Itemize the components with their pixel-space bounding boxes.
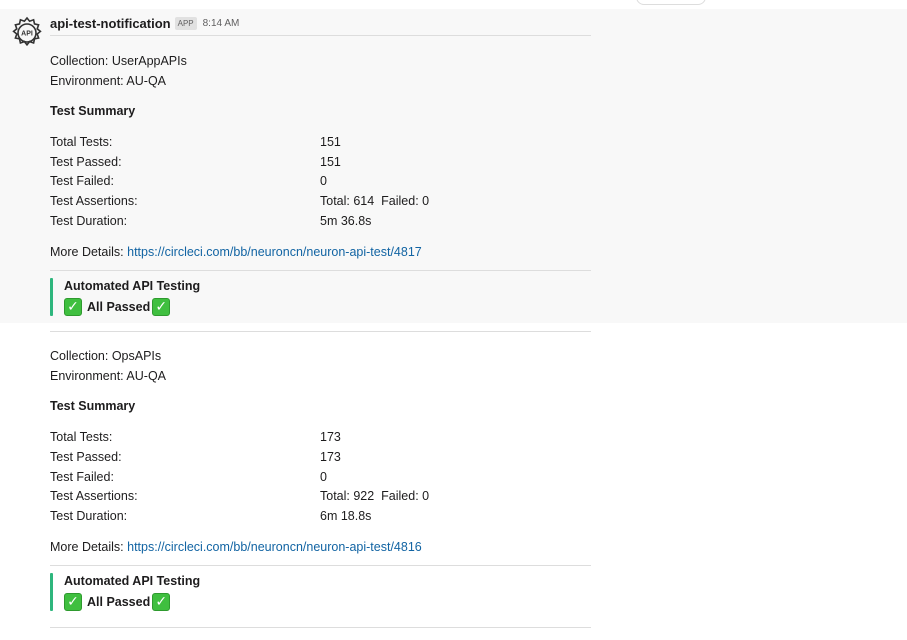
attachment-status: ✓ All Passed ✓ [64, 593, 171, 611]
row-value: Total: 922 Failed: 0 [320, 489, 430, 503]
white-heavy-check-mark-icon: ✓ [152, 593, 171, 611]
row-value: 173 [320, 450, 341, 464]
circleci-build-link[interactable]: https://circleci.com/bb/neuroncn/neuron-… [127, 540, 422, 554]
row-value: 151 [320, 155, 341, 169]
avatar-label: API [21, 31, 33, 38]
section-divider [50, 627, 591, 628]
row-label: Test Assertions: [50, 489, 138, 503]
row-value: 0 [320, 174, 327, 188]
row-label: Total Tests: [50, 135, 113, 149]
row-value: 173 [320, 430, 341, 444]
api-gear-avatar-icon[interactable]: API [10, 16, 44, 50]
row-label: Test Passed: [50, 450, 122, 464]
attachment-status: ✓ All Passed ✓ [64, 298, 171, 316]
row-label: Test Assertions: [50, 194, 138, 208]
attachment-accent-bar [50, 278, 53, 316]
environment-text: Environment: AU-QA [50, 369, 167, 383]
more-details: More Details: https://circleci.com/bb/ne… [50, 244, 422, 260]
attachment-status-text: All Passed [87, 595, 151, 609]
summary-heading: Test Summary [50, 399, 136, 413]
circleci-build-link[interactable]: https://circleci.com/bb/neuroncn/neuron-… [127, 245, 422, 259]
section-divider [50, 331, 591, 332]
row-value: Total: 614 Failed: 0 [320, 194, 430, 208]
section-divider [50, 35, 591, 36]
white-heavy-check-mark-icon: ✓ [64, 298, 82, 316]
row-label: Test Duration: [50, 214, 128, 228]
row-label: Total Tests: [50, 430, 113, 444]
attachment-title: Automated API Testing [64, 574, 201, 588]
app-badge: APP [174, 16, 197, 30]
attachment-status-text: All Passed [87, 300, 151, 314]
white-heavy-check-mark-icon: ✓ [64, 593, 82, 611]
summary-heading: Test Summary [50, 104, 136, 118]
row-label: Test Failed: [50, 174, 114, 188]
section-divider [50, 565, 591, 566]
row-label: Test Duration: [50, 509, 128, 523]
section-divider [50, 270, 591, 271]
message-timestamp[interactable]: 8:14 AM [203, 18, 240, 29]
attachment-title: Automated API Testing [64, 279, 201, 293]
sender-name[interactable]: api-test-notification [50, 16, 171, 31]
message-header: api-test-notification APP 8:14 AM [50, 14, 239, 32]
collection-text: Collection: OpsAPIs [50, 349, 162, 363]
row-value: 0 [320, 470, 327, 484]
row-value: 151 [320, 135, 341, 149]
attachment-accent-bar [50, 573, 53, 611]
collection-text: Collection: UserAppAPIs [50, 54, 187, 68]
row-value: 5m 36.8s [320, 214, 372, 228]
message-actions-pill[interactable] [636, 0, 706, 5]
environment-text: Environment: AU-QA [50, 74, 167, 88]
more-details: More Details: https://circleci.com/bb/ne… [50, 539, 422, 555]
row-label: Test Failed: [50, 470, 114, 484]
more-details-label: More Details: [50, 245, 124, 259]
row-value: 6m 18.8s [320, 509, 372, 523]
white-heavy-check-mark-icon: ✓ [152, 298, 171, 316]
row-label: Test Passed: [50, 155, 122, 169]
more-details-label: More Details: [50, 540, 124, 554]
